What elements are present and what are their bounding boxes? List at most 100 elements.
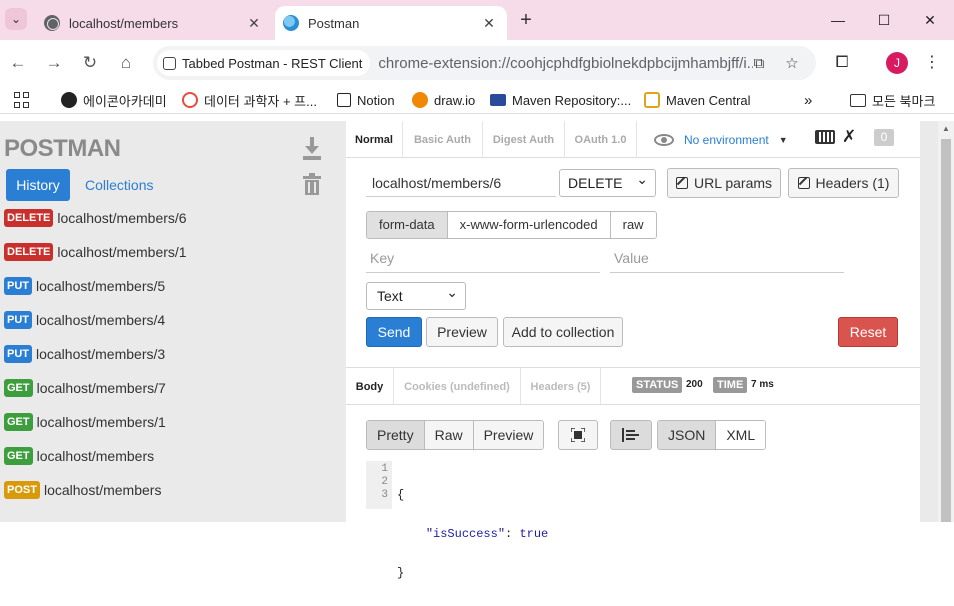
preview-button[interactable]: Preview xyxy=(426,317,498,347)
tab-cookies[interactable]: Cookies (undefined) xyxy=(394,368,521,404)
param-type-select[interactable]: Text xyxy=(366,279,466,310)
scroll-up-arrow-icon[interactable]: ▲ xyxy=(941,124,951,134)
reset-button[interactable]: Reset xyxy=(838,317,898,347)
bookmark-label: Notion xyxy=(357,92,395,108)
bookmark-data-scientist[interactable]: 데이터 과학자 + 프... xyxy=(182,90,317,110)
json-colon: : xyxy=(505,527,520,541)
site-info-chip[interactable]: Tabbed Postman - REST Client xyxy=(157,50,371,76)
bookmark-acorn[interactable]: 에이콘아카데미 xyxy=(61,90,167,110)
extensions-puzzle-icon[interactable]: ⧠ xyxy=(831,52,853,74)
kebab-menu-icon[interactable]: ⋮ xyxy=(921,52,943,74)
headers-button[interactable]: Headers (1) xyxy=(788,168,899,198)
tab-preview-view[interactable]: Preview xyxy=(473,421,544,449)
tab-history[interactable]: History xyxy=(6,169,70,201)
history-item[interactable]: DELETE localhost/members/6 xyxy=(4,206,187,230)
bookmark-notion[interactable]: Notion xyxy=(337,90,395,110)
history-url: localhost/members/1 xyxy=(36,414,166,430)
history-item[interactable]: DELETE localhost/members/1 xyxy=(4,240,187,264)
environment-selector[interactable]: No environment ▼ xyxy=(654,130,788,150)
new-tab-plus-icon[interactable]: + xyxy=(514,9,538,33)
tools-icon[interactable]: ✗ xyxy=(842,127,856,147)
response-code-view[interactable]: 1 2 3 { "isSuccess": true } xyxy=(366,461,906,580)
address-bar[interactable]: Tabbed Postman - REST Client chrome-exte… xyxy=(153,46,816,80)
value-input[interactable]: Value xyxy=(610,247,844,273)
apps-grid-icon[interactable] xyxy=(14,90,30,110)
keyboard-icon[interactable] xyxy=(815,130,835,144)
method-badge: PUT xyxy=(4,311,32,329)
tab-form-data[interactable]: form-data xyxy=(367,212,448,238)
history-url: localhost/members/5 xyxy=(36,278,166,294)
tab-normal[interactable]: Normal xyxy=(346,121,403,158)
history-item[interactable]: POST localhost/members xyxy=(4,478,161,502)
url-params-button[interactable]: URL params xyxy=(667,168,781,198)
method-badge: DELETE xyxy=(4,243,54,261)
tab-digest-auth[interactable]: Digest Auth xyxy=(483,121,565,158)
browser-toolbar: ← → ↻ ⌂ Tabbed Postman - REST Client chr… xyxy=(0,40,954,86)
wrap-lines-icon[interactable] xyxy=(610,420,652,450)
tab-json[interactable]: JSON xyxy=(658,421,717,449)
bookmark-star-icon[interactable]: ☆ xyxy=(782,54,802,74)
window-close-icon[interactable]: ✕ xyxy=(916,8,944,32)
browser-tab-postman[interactable]: Postman ✕ xyxy=(275,6,507,40)
tab-pretty[interactable]: Pretty xyxy=(367,421,425,449)
translate-icon[interactable]: ⧉ xyxy=(749,54,769,74)
auth-tabs: Normal Basic Auth Digest Auth OAuth 1.0 … xyxy=(346,121,920,158)
add-to-collection-button[interactable]: Add to collection xyxy=(503,317,623,347)
tab-basic-auth[interactable]: Basic Auth xyxy=(403,121,483,158)
history-item[interactable]: PUT localhost/members/4 xyxy=(4,308,165,332)
tab-collections[interactable]: Collections xyxy=(85,169,153,201)
home-icon[interactable]: ⌂ xyxy=(115,52,137,74)
fullscreen-icon[interactable] xyxy=(558,420,598,450)
bookmark-maven-central[interactable]: Maven Central xyxy=(644,90,751,110)
eye-icon xyxy=(654,134,674,146)
bookmark-drawio[interactable]: draw.io xyxy=(412,90,475,110)
browser-tab-bar: ⌄ localhost/members ✕ Postman ✕ + — ☐ ✕ xyxy=(0,0,954,40)
bookmark-maven-repository[interactable]: Maven Repository:... xyxy=(490,90,631,110)
line-number: 1 xyxy=(381,463,388,475)
history-item[interactable]: GET localhost/members/7 xyxy=(4,376,166,400)
edit-icon xyxy=(675,177,688,189)
history-item[interactable]: PUT localhost/members/3 xyxy=(4,342,165,366)
tab-body[interactable]: Body xyxy=(346,368,394,404)
folder-icon xyxy=(850,93,866,107)
browser-tab-localhost[interactable]: localhost/members ✕ xyxy=(36,6,272,40)
close-icon[interactable]: ✕ xyxy=(479,13,499,33)
download-icon[interactable] xyxy=(302,137,322,161)
history-url: localhost/members xyxy=(43,482,162,498)
method-select[interactable]: DELETE xyxy=(559,166,656,197)
trash-icon[interactable] xyxy=(303,173,321,195)
url-text[interactable]: chrome-extension://coohjcphdfgbiolnekdpb… xyxy=(378,55,753,72)
all-bookmarks-folder[interactable]: 모든 북마크 xyxy=(850,90,935,110)
code-line-2: "isSuccess": true xyxy=(397,528,548,541)
history-item[interactable]: PUT localhost/members/5 xyxy=(4,274,165,298)
key-input[interactable]: Key xyxy=(366,247,600,273)
tab-response-headers[interactable]: Headers (5) xyxy=(521,368,601,404)
tab-x-www-form-urlencoded[interactable]: x-www-form-urlencoded xyxy=(447,212,611,238)
reload-icon[interactable]: ↻ xyxy=(79,52,101,74)
scrollbar-thumb[interactable] xyxy=(941,139,951,522)
format-tabs: JSON XML xyxy=(657,420,767,450)
avatar[interactable]: J xyxy=(886,52,908,74)
maven-icon xyxy=(490,94,506,106)
request-url-input[interactable]: localhost/members/6 xyxy=(366,169,556,197)
notification-badge[interactable]: 0 xyxy=(874,129,894,146)
bookmark-label: Maven Central xyxy=(666,92,751,108)
forward-arrow-icon[interactable]: → xyxy=(43,52,65,74)
minimize-icon[interactable]: — xyxy=(824,8,852,32)
status-label: STATUS xyxy=(632,377,683,393)
send-button[interactable]: Send xyxy=(366,317,422,347)
history-url: localhost/members/3 xyxy=(36,346,166,362)
tab-oauth[interactable]: OAuth 1.0 xyxy=(565,121,637,158)
postman-logo: POSTMAN xyxy=(4,135,121,162)
tab-raw-view[interactable]: Raw xyxy=(424,421,474,449)
history-item[interactable]: GET localhost/members xyxy=(4,444,154,468)
history-item[interactable]: GET localhost/members/1 xyxy=(4,410,166,434)
more-bookmarks-chevron-icon[interactable]: » xyxy=(804,90,812,110)
tab-xml[interactable]: XML xyxy=(716,421,766,449)
close-icon[interactable]: ✕ xyxy=(244,13,264,33)
tab-raw[interactable]: raw xyxy=(610,212,656,238)
bookmark-label: 데이터 과학자 + 프... xyxy=(204,93,317,109)
tab-search-chevron-icon[interactable]: ⌄ xyxy=(5,8,27,30)
maximize-icon[interactable]: ☐ xyxy=(870,8,898,32)
back-arrow-icon[interactable]: ← xyxy=(7,52,29,74)
